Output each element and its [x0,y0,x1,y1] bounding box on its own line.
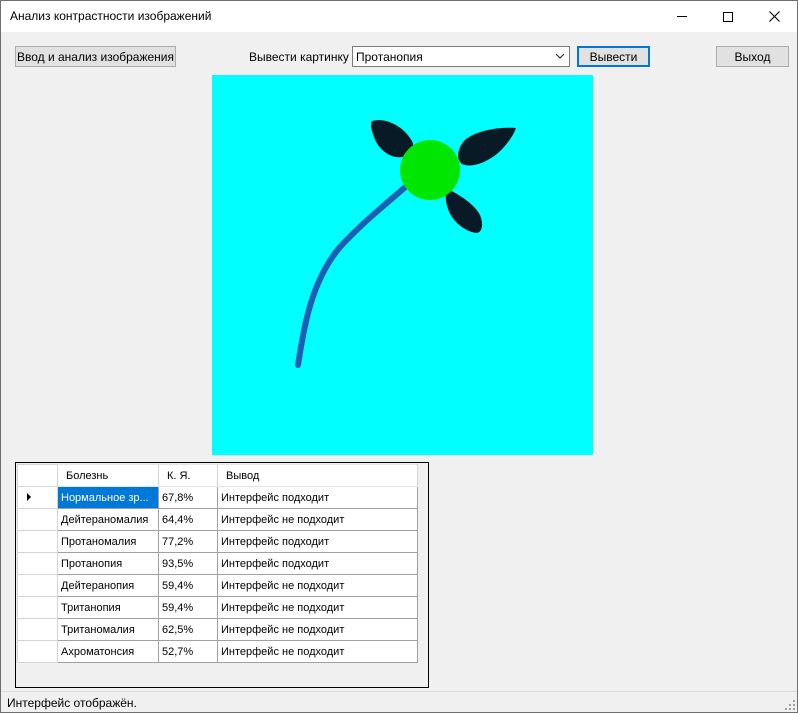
title-bar[interactable]: Анализ контрастности изображений [1,1,797,32]
maximize-button[interactable] [705,1,751,32]
cell-disease[interactable]: Протанопия [57,552,159,575]
cell-result[interactable]: Интерфейс подходит [217,530,418,553]
cell-result[interactable]: Интерфейс не подходит [217,618,418,641]
cell-disease[interactable]: Дейтераномалия [57,508,159,531]
status-bar: Интерфейс отображён. [1,691,797,712]
show-picture-label: Вывести картинку [249,50,349,64]
picture-mode-select[interactable]: Протанопия [352,46,570,67]
picture-mode-value: Протанопия [356,50,423,64]
column-header-ratio[interactable]: К. Я. [158,464,218,487]
table-row[interactable]: Тританомалия 62,5% Интерфейс не подходит [17,618,418,641]
column-header-result[interactable]: Вывод [217,464,418,487]
grid-header-row: Болезнь К. Я. Вывод [17,464,418,487]
row-header[interactable] [17,596,58,619]
table-row[interactable]: Дейтеранопия 59,4% Интерфейс не подходит [17,574,418,597]
cell-disease[interactable]: Тританомалия [57,618,159,641]
results-table: Болезнь К. Я. Вывод Нормальное зр... 67,… [17,464,418,663]
cell-result[interactable]: Интерфейс подходит [217,486,418,509]
table-row[interactable]: Протанопия 93,5% Интерфейс подходит [17,552,418,575]
table-row[interactable]: Протаномалия 77,2% Интерфейс подходит [17,530,418,553]
cell-disease[interactable]: Нормальное зр... [57,486,159,509]
cell-result[interactable]: Интерфейс не подходит [217,574,418,597]
analyze-image-button[interactable]: Ввод и анализ изображения [15,46,176,67]
cell-result[interactable]: Интерфейс не подходит [217,508,418,531]
row-pointer-icon [27,492,31,501]
window-title: Анализ контрастности изображений [10,9,212,23]
table-row[interactable]: Ахроматонсия 52,7% Интерфейс не подходит [17,640,418,663]
exit-button[interactable]: Выход [716,46,789,67]
minimize-icon [677,16,687,17]
app-window: Анализ контрастности изображений Ввод и … [0,0,798,713]
cell-result[interactable]: Интерфейс не подходит [217,640,418,663]
cell-ratio[interactable]: 67,8% [158,486,218,509]
cell-ratio[interactable]: 77,2% [158,530,218,553]
picture-box [212,75,593,455]
size-grip-icon[interactable] [785,700,795,710]
cell-disease[interactable]: Дейтеранопия [57,574,159,597]
row-header[interactable] [17,486,58,509]
row-header[interactable] [17,574,58,597]
row-header[interactable] [17,552,58,575]
row-header[interactable] [17,618,58,641]
table-row[interactable]: Нормальное зр... 67,8% Интерфейс подходи… [17,486,418,509]
cell-ratio[interactable]: 62,5% [158,618,218,641]
row-header-corner [17,464,58,487]
row-header[interactable] [17,640,58,663]
chevron-down-icon [555,53,565,59]
table-row[interactable]: Тританопия 59,4% Интерфейс не подходит [17,596,418,619]
cell-ratio[interactable]: 64,4% [158,508,218,531]
minimize-button[interactable] [659,1,705,32]
results-grid[interactable]: Болезнь К. Я. Вывод Нормальное зр... 67,… [15,462,429,688]
cell-disease[interactable]: Тританопия [57,596,159,619]
cell-result[interactable]: Интерфейс подходит [217,552,418,575]
column-header-disease[interactable]: Болезнь [57,464,159,487]
maximize-icon [723,11,733,22]
flower-center [400,140,460,200]
cell-disease[interactable]: Ахроматонсия [57,640,159,663]
cell-result[interactable]: Интерфейс не подходит [217,596,418,619]
table-row[interactable]: Дейтераномалия 64,4% Интерфейс не подход… [17,508,418,531]
cell-ratio[interactable]: 59,4% [158,596,218,619]
cell-ratio[interactable]: 93,5% [158,552,218,575]
cell-ratio[interactable]: 59,4% [158,574,218,597]
row-header[interactable] [17,508,58,531]
cell-ratio[interactable]: 52,7% [158,640,218,663]
close-button[interactable] [751,1,797,32]
status-text: Интерфейс отображён. [7,696,137,710]
show-button[interactable]: Вывести [577,46,650,67]
cell-disease[interactable]: Протаномалия [57,530,159,553]
close-icon [768,11,780,22]
row-header[interactable] [17,530,58,553]
